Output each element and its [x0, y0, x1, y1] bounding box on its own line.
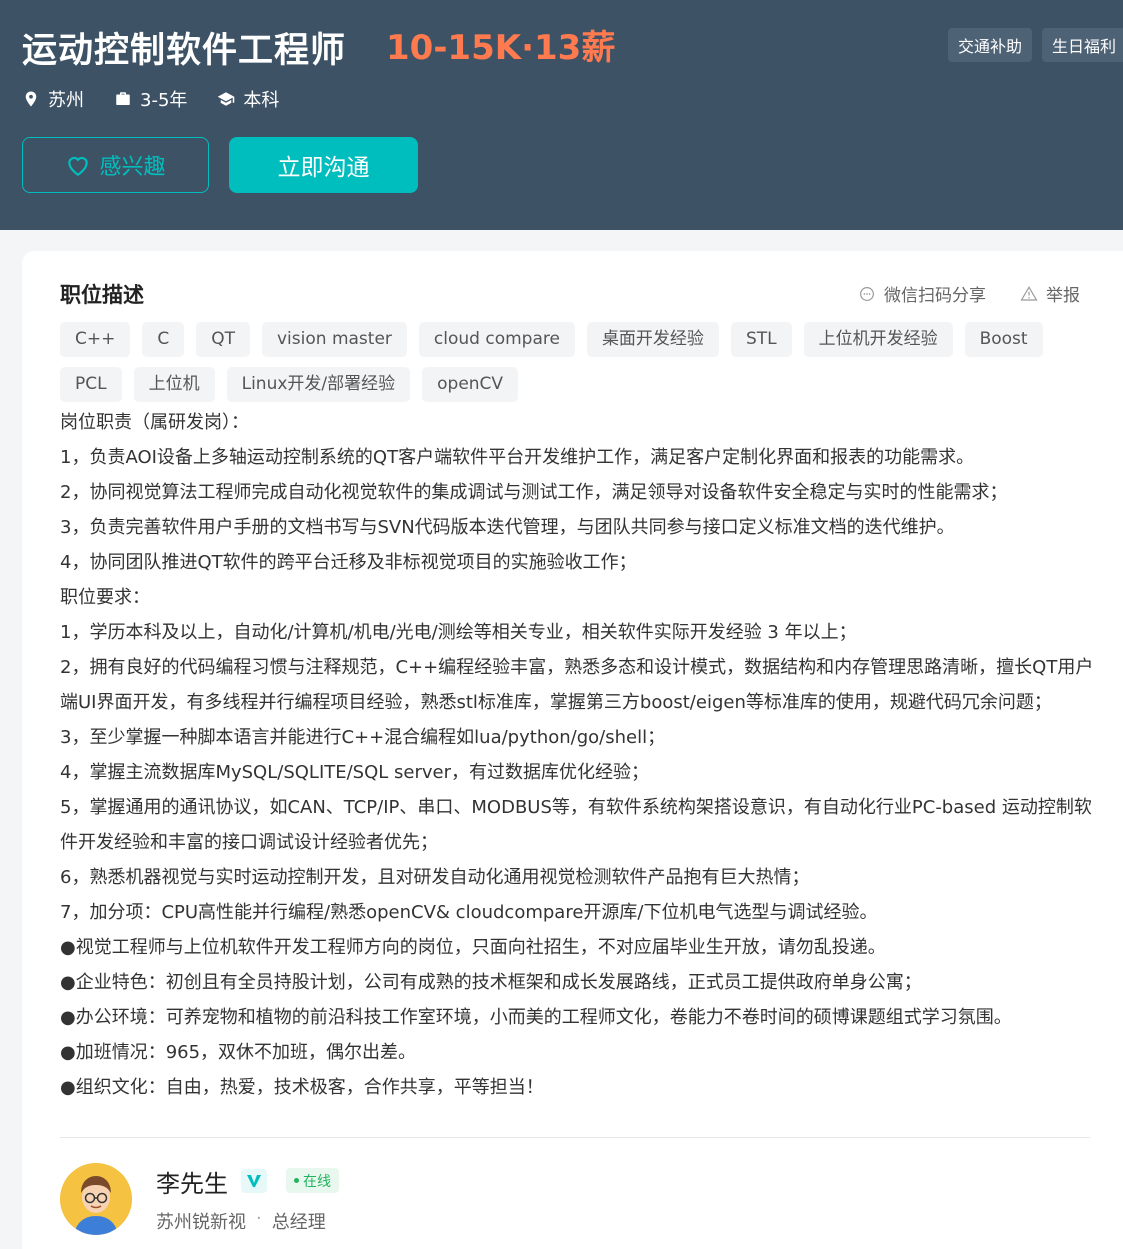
- description-line: 岗位职责（属研发岗）：: [60, 412, 249, 433]
- location-pin-icon: [25, 91, 37, 107]
- job-description-card: 职位描述 微信扫码分享 举报 C++ C QT vision master cl…: [22, 251, 1123, 1249]
- recruiter-position: 总经理: [271, 1212, 326, 1233]
- skill-tag: Boost: [964, 322, 1043, 357]
- online-status-text: 在线: [303, 1173, 331, 1190]
- job-title: 运动控制软件工程师: [22, 31, 347, 71]
- description-line: 7，加分项：CPU高性能并行编程/熟悉openCV& cloudcompare开…: [60, 902, 878, 923]
- section-title: 职位描述: [60, 283, 144, 307]
- skill-tag: 上位机开发经验: [803, 322, 953, 357]
- divider: [60, 1137, 1090, 1138]
- skill-tag: 桌面开发经验: [586, 322, 719, 357]
- interest-button-label: 感兴趣: [99, 155, 166, 180]
- recruiter-company: 苏州锐新视: [156, 1212, 246, 1233]
- description-line: 2，协同视觉算法工程师完成自动化视觉软件的集成调试与测试工作，满足领导对设备软件…: [60, 482, 1008, 503]
- chat-now-button[interactable]: 立即沟通: [229, 137, 418, 193]
- interest-button[interactable]: 感兴趣: [22, 137, 209, 193]
- skill-tag: C++: [60, 322, 131, 357]
- online-dot-icon: [294, 1178, 299, 1183]
- description-line: ●视觉工程师与上位机软件开发工程师方向的岗位，只面向社招生，不对应届毕业生开放，…: [60, 937, 886, 958]
- description-line: 3，至少掌握一种脚本语言并能进行C++混合编程如lua/python/go/sh…: [60, 727, 666, 748]
- wechat-share-link[interactable]: 微信扫码分享: [858, 281, 986, 306]
- description-line: ●组织文化：自由，热爱，技术极客，合作共享，平等担当！: [60, 1077, 544, 1098]
- description-line: 职位要求：: [60, 587, 150, 608]
- meta-education-text: 本科: [243, 90, 280, 111]
- meta-experience: 3-5年: [114, 86, 187, 112]
- description-line: 6，熟悉机器视觉与实时运动控制开发，且对研发自动化通用视觉检测软件产品抱有巨大热…: [60, 867, 810, 888]
- skill-tag: PCL: [60, 367, 122, 402]
- skill-tag: cloud compare: [418, 322, 575, 357]
- meta-city: 苏州: [48, 90, 84, 111]
- description-line: ●办公环境：可养宠物和植物的前沿科技工作室环境，小而美的工程师文化，卷能力不卷时…: [60, 1007, 1012, 1028]
- warning-icon: [1020, 285, 1038, 301]
- job-description-text: 岗位职责（属研发岗）： 1，负责AOI设备上多轴运动控制系统的QT客户端软件平台…: [60, 405, 1100, 1105]
- wechat-share-label: 微信扫码分享: [884, 286, 986, 306]
- meta-location: 苏州: [22, 86, 84, 112]
- description-line: ●企业特色：初创且有全员持股计划，公司有成熟的技术框架和成长发展路线，正式员工提…: [60, 972, 922, 993]
- skill-tag-list: C++ C QT vision master cloud compare 桌面开…: [60, 322, 1100, 402]
- verified-badge: [241, 1169, 267, 1193]
- info-separator: ·: [256, 1208, 262, 1229]
- online-status-badge: 在线: [286, 1168, 339, 1193]
- graduation-cap-icon: [218, 92, 235, 106]
- meta-experience-text: 3-5年: [140, 90, 188, 111]
- description-line: 5，掌握通用的通讯协议，如CAN、TCP/IP、串口、MODBUS等，有软件系统…: [60, 797, 1092, 853]
- recruiter-info: 苏州锐新视 · 总经理: [156, 1208, 326, 1234]
- briefcase-icon: [116, 92, 130, 105]
- recruiter-name: 李先生: [156, 1170, 228, 1198]
- job-header: 运动控制软件工程师 10-15K·13薪 交通补助 生日福利 苏州 3-5年 本…: [0, 0, 1123, 230]
- avatar-illustration-icon: [60, 1163, 132, 1235]
- skill-tag: C: [142, 322, 185, 357]
- description-line: 4，掌握主流数据库MySQL/SQLITE/SQL server，有过数据库优化…: [60, 762, 650, 783]
- description-line: 2，拥有良好的代码编程习惯与注释规范，C++编程经验丰富，熟悉多态和设计模式，数…: [60, 657, 1094, 713]
- heart-icon: [68, 156, 89, 177]
- meta-education: 本科: [217, 86, 279, 112]
- chat-bubble-icon: [860, 286, 874, 301]
- avatar[interactable]: [60, 1163, 132, 1235]
- skill-tag: Linux开发/部署经验: [226, 367, 411, 402]
- report-link[interactable]: 举报: [1020, 281, 1080, 306]
- card-actions: 微信扫码分享 举报: [858, 281, 1080, 306]
- verified-v-icon: [247, 1175, 261, 1187]
- benefit-tag: 交通补助: [948, 28, 1033, 62]
- skill-tag: openCV: [422, 367, 519, 402]
- skill-tag: QT: [196, 322, 250, 357]
- salary: 10-15K·13薪: [386, 28, 616, 68]
- benefit-tag: 生日福利: [1042, 28, 1123, 62]
- skill-tag: 上位机: [133, 367, 215, 402]
- skill-tag: STL: [730, 322, 792, 357]
- description-line: 3，负责完善软件用户手册的文档书写与SVN代码版本迭代管理，与团队共同参与接口定…: [60, 517, 955, 538]
- report-label: 举报: [1046, 286, 1080, 306]
- description-line: 1，学历本科及以上，自动化/计算机/机电/光电/测绘等相关专业，相关软件实际开发…: [60, 622, 857, 643]
- skill-tag: vision master: [262, 322, 407, 357]
- description-line: ●加班情况：965，双休不加班，偶尔出差。: [60, 1042, 417, 1063]
- job-meta: 苏州 3-5年 本科: [22, 86, 279, 112]
- benefit-list: 交通补助 生日福利: [948, 28, 1123, 62]
- description-line: 4，协同团队推进QT软件的跨平台迁移及非标视觉项目的实施验收工作；: [60, 552, 637, 573]
- description-line: 1，负责AOI设备上多轴运动控制系统的QT客户端软件平台开发维护工作，满足客户定…: [60, 447, 975, 468]
